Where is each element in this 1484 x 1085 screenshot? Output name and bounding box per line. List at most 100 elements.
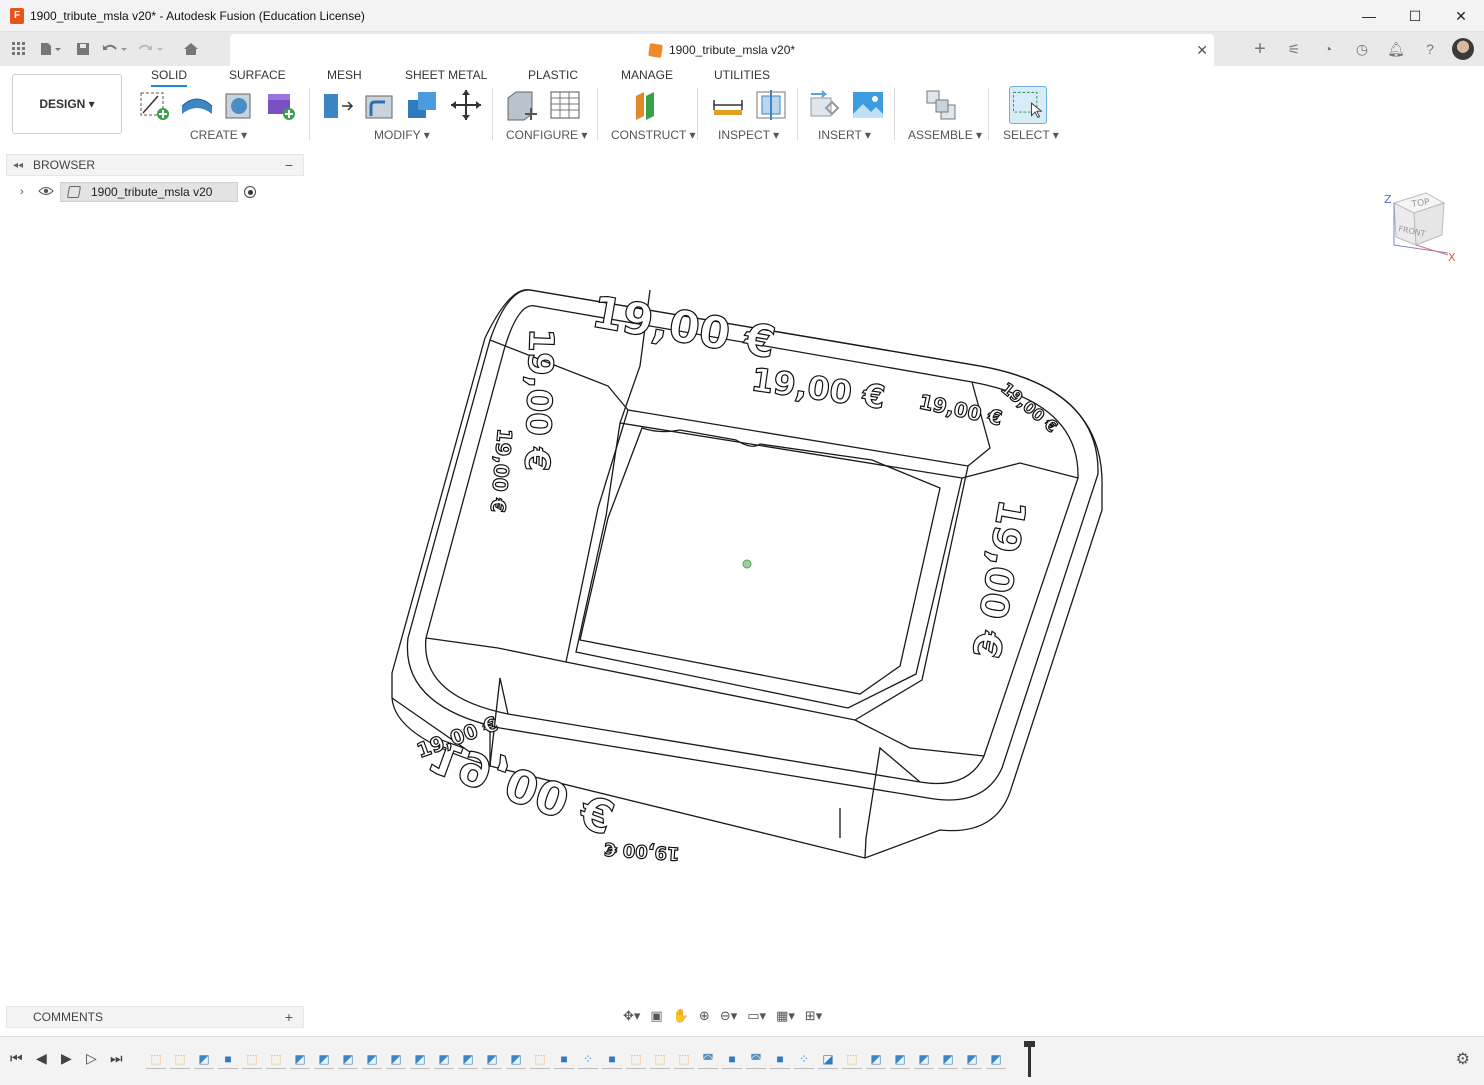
- zoom-icon[interactable]: ⊕: [696, 1004, 713, 1028]
- undo-icon[interactable]: [100, 38, 130, 60]
- configuration-table-icon[interactable]: [548, 88, 582, 122]
- timeline-extrude-feature-icon[interactable]: ◩: [314, 1049, 334, 1069]
- select-menu[interactable]: SELECT ▾: [1003, 128, 1059, 142]
- timeline-play-icon[interactable]: ▶: [61, 1050, 72, 1067]
- minimize-button[interactable]: —: [1346, 0, 1392, 32]
- browser-panel-header[interactable]: ◂◂ BROWSER −: [6, 154, 304, 176]
- timeline-sketch-feature-icon[interactable]: ⬚: [530, 1049, 550, 1069]
- assemble-menu[interactable]: ASSEMBLE ▾: [908, 128, 982, 142]
- timeline-next-icon[interactable]: ▷: [86, 1050, 97, 1067]
- tab-plastic[interactable]: PLASTIC: [528, 68, 578, 82]
- timeline-sketch-feature-icon[interactable]: ⬚: [650, 1049, 670, 1069]
- timeline-previous-icon[interactable]: ◀: [36, 1050, 47, 1067]
- viewports-icon[interactable]: ⊞▾: [802, 1004, 825, 1028]
- insert-derive-icon[interactable]: [808, 88, 842, 122]
- display-settings-icon[interactable]: ▭▾: [744, 1004, 769, 1028]
- press-pull-icon[interactable]: [320, 88, 354, 122]
- browser-root-node[interactable]: › 1900_tribute_msla v20: [20, 181, 256, 203]
- pan-icon[interactable]: ✋: [670, 1004, 692, 1028]
- configure-menu[interactable]: CONFIGURE ▾: [506, 128, 587, 142]
- timeline-extrude-feature-icon[interactable]: ◩: [386, 1049, 406, 1069]
- create-base-feature-icon[interactable]: [264, 88, 298, 122]
- configure-icon[interactable]: [505, 88, 539, 122]
- insert-menu[interactable]: INSERT ▾: [818, 128, 871, 142]
- timeline-extrude-feature-icon[interactable]: ◩: [866, 1049, 886, 1069]
- timeline-extrude-feature-icon[interactable]: ◩: [362, 1049, 382, 1069]
- timeline-extrude-feature-icon[interactable]: ◩: [410, 1049, 430, 1069]
- create-sketch-icon[interactable]: [138, 88, 172, 122]
- measure-icon[interactable]: [711, 88, 745, 122]
- grid-settings-icon[interactable]: ▦▾: [773, 1004, 798, 1028]
- construct-menu[interactable]: CONSTRUCT ▾: [611, 128, 695, 142]
- section-analysis-icon[interactable]: [754, 88, 788, 122]
- create-menu[interactable]: CREATE ▾: [190, 128, 247, 142]
- derive-icon[interactable]: [222, 88, 256, 122]
- timeline-extrude-feature-icon[interactable]: ◩: [506, 1049, 526, 1069]
- timeline-sketch-feature-icon[interactable]: ⬚: [674, 1049, 694, 1069]
- timeline-extrude-feature-icon[interactable]: ◩: [434, 1049, 454, 1069]
- timeline-end-icon[interactable]: ⏭: [110, 1050, 123, 1067]
- inspect-menu[interactable]: INSPECT ▾: [718, 128, 779, 142]
- notifications-icon[interactable]: 🔔︎: [1384, 37, 1408, 61]
- timeline-extrude-feature-icon[interactable]: ◩: [194, 1049, 214, 1069]
- timeline-sketch-feature-icon[interactable]: ⬚: [842, 1049, 862, 1069]
- timeline-pattern-feature-icon[interactable]: ⁘: [794, 1049, 814, 1069]
- maximize-button[interactable]: ☐: [1392, 0, 1438, 32]
- timeline-sketch-feature-icon[interactable]: ⬚: [170, 1049, 190, 1069]
- close-tab-icon[interactable]: ✕: [1196, 42, 1208, 59]
- tab-solid[interactable]: SOLID: [151, 68, 188, 87]
- look-at-icon[interactable]: ▣: [647, 1004, 665, 1028]
- comments-panel[interactable]: COMMENTS +: [6, 1006, 304, 1028]
- fit-icon[interactable]: ⊖▾: [717, 1004, 740, 1028]
- home-icon[interactable]: [180, 38, 202, 60]
- extensions-icon[interactable]: ⚟: [1282, 37, 1306, 61]
- new-component-icon[interactable]: [924, 88, 958, 122]
- expand-arrow-icon[interactable]: ›: [20, 186, 32, 198]
- job-status-icon[interactable]: ◔: [1316, 37, 1340, 61]
- graphics-viewport[interactable]: 19,00 € 19,00 € 19,00 € 19,00 € 19,00 € …: [0, 148, 1484, 1032]
- timeline-extrude-feature-icon[interactable]: ◩: [290, 1049, 310, 1069]
- 3d-model-canvas[interactable]: 19,00 € 19,00 € 19,00 € 19,00 € 19,00 € …: [380, 278, 1120, 868]
- orbit-icon[interactable]: ✥▾: [620, 1004, 643, 1028]
- timeline-sketch-feature-icon[interactable]: ⬚: [146, 1049, 166, 1069]
- settings-gear-icon[interactable]: ⚙: [1456, 1049, 1470, 1069]
- tab-sheet-metal[interactable]: SHEET METAL: [405, 68, 487, 82]
- timeline-extrude-feature-icon[interactable]: ◩: [914, 1049, 934, 1069]
- activate-component-radio[interactable]: [244, 186, 256, 198]
- timeline-sketch-feature-icon[interactable]: ⬚: [242, 1049, 262, 1069]
- timeline-marker[interactable]: [1024, 1041, 1035, 1077]
- file-icon[interactable]: [36, 38, 66, 60]
- timeline-extrude-feature-icon[interactable]: ◩: [986, 1049, 1006, 1069]
- close-window-button[interactable]: ✕: [1438, 0, 1484, 32]
- root-component[interactable]: 1900_tribute_msla v20: [60, 182, 238, 202]
- save-icon[interactable]: [72, 38, 94, 60]
- timeline-combine-feature-icon[interactable]: ◪: [818, 1049, 838, 1069]
- help-icon[interactable]: ?: [1418, 37, 1442, 61]
- timeline-start-icon[interactable]: ⏮: [10, 1050, 23, 1067]
- timeline-sketch-feature-icon[interactable]: ⬚: [626, 1049, 646, 1069]
- select-icon[interactable]: [1009, 86, 1047, 124]
- tab-surface[interactable]: SURFACE: [229, 68, 286, 82]
- fillet-icon[interactable]: [363, 88, 397, 122]
- timeline-extrude-feature-icon[interactable]: ◩: [482, 1049, 502, 1069]
- tab-manage[interactable]: MANAGE: [621, 68, 673, 82]
- viewcube[interactable]: TOP FRONT Z X: [1376, 183, 1456, 263]
- user-avatar[interactable]: [1452, 38, 1474, 60]
- timeline-extrude-feature-icon[interactable]: ◩: [338, 1049, 358, 1069]
- timeline-body-feature-icon[interactable]: ■: [722, 1049, 742, 1069]
- document-tab[interactable]: 1900_tribute_msla v20* ✕: [230, 34, 1214, 66]
- data-panel-icon[interactable]: [8, 38, 30, 60]
- timeline-extrude-feature-icon[interactable]: ◩: [962, 1049, 982, 1069]
- timeline-sketch-feature-icon[interactable]: ⬚: [266, 1049, 286, 1069]
- timeline-fillet-feature-icon[interactable]: ◚: [746, 1049, 766, 1069]
- workspace-switcher[interactable]: DESIGN ▾: [12, 74, 122, 134]
- combine-icon[interactable]: [406, 88, 440, 122]
- timeline-pattern-feature-icon[interactable]: ⁘: [578, 1049, 598, 1069]
- offset-plane-icon[interactable]: [632, 88, 666, 122]
- timeline-extrude-feature-icon[interactable]: ◩: [938, 1049, 958, 1069]
- browser-minimize-icon[interactable]: −: [285, 157, 293, 173]
- timeline-body-feature-icon[interactable]: ■: [554, 1049, 574, 1069]
- modify-menu[interactable]: MODIFY ▾: [374, 128, 430, 142]
- timeline-fillet-feature-icon[interactable]: ◚: [698, 1049, 718, 1069]
- add-comment-icon[interactable]: +: [285, 1009, 293, 1025]
